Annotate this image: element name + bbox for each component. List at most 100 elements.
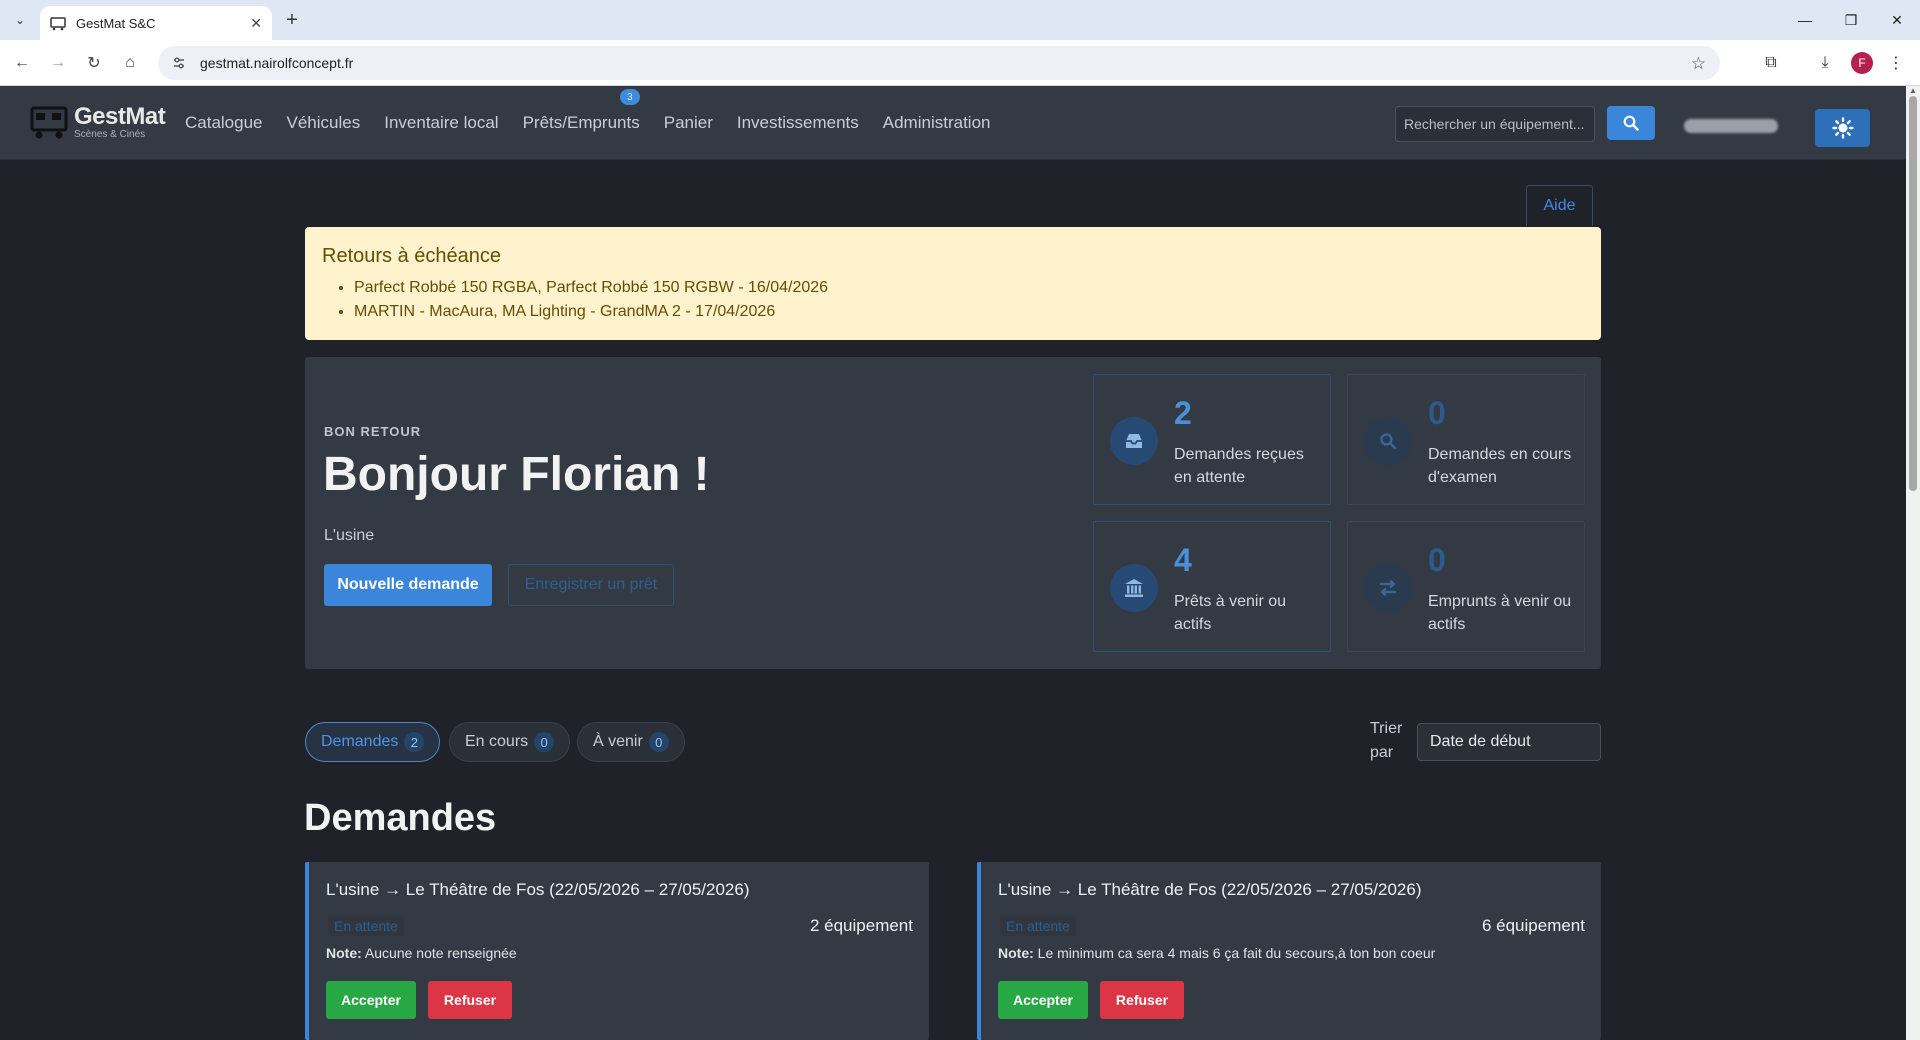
stat-value: 4	[1174, 542, 1192, 578]
pill-count: 2	[404, 732, 425, 752]
request-route: L'usine → Le Théâtre de Fos (22/05/2026 …	[998, 880, 1422, 899]
register-loan-button[interactable]: Enregistrer un prêt	[508, 564, 674, 606]
pill-label: En cours	[465, 733, 529, 750]
nav-prets-emprunts[interactable]: Prêts/Emprunts 3	[522, 89, 640, 133]
equipment-search-input[interactable]: Rechercher un équipement...	[1395, 106, 1595, 142]
profile-avatar[interactable]: F	[1851, 52, 1873, 74]
sort-label: Trier par	[1370, 717, 1410, 765]
tab-close-icon[interactable]: ✕	[250, 15, 262, 32]
help-button[interactable]: Aide	[1526, 185, 1593, 226]
theme-toggle-button[interactable]	[1815, 109, 1870, 147]
request-route: L'usine → Le Théâtre de Fos (22/05/2026 …	[326, 880, 750, 899]
pill-count: 0	[648, 732, 669, 752]
search-icon	[1623, 115, 1639, 131]
url-text: gestmat.nairolfconcept.fr	[200, 55, 354, 71]
nav-panier[interactable]: Panier	[664, 113, 713, 133]
logo-subtitle: Scènes & Cinés	[74, 128, 146, 140]
logo-cart-icon	[30, 106, 68, 139]
note-label: Note:	[326, 945, 362, 961]
equipment-count: 6 équipement	[1481, 916, 1585, 935]
reload-icon[interactable]: ↻	[82, 51, 106, 75]
filter-pill-demandes[interactable]: Demandes 2	[305, 722, 441, 762]
sort-select[interactable]: Date de début	[1417, 723, 1601, 761]
stat-label: Demandes reçues en attente	[1174, 446, 1304, 486]
minimize-button[interactable]: —	[1782, 0, 1828, 40]
request-note: Note: Aucune note renseignée	[326, 945, 517, 961]
welcome-title: Bonjour Florian !	[323, 448, 710, 501]
new-tab-button[interactable]: +	[280, 8, 304, 32]
inbox-icon	[1110, 417, 1158, 465]
url-bar[interactable]: gestmat.nairolfconcept.fr ☆	[158, 46, 1720, 80]
status-badge: En attente	[1000, 916, 1076, 936]
accept-button[interactable]: Accepter	[326, 981, 416, 1019]
scroll-up-icon[interactable]: ▲	[1909, 86, 1917, 95]
organization-name: L'usine	[324, 527, 375, 544]
request-note: Note: Le minimum ca sera 4 mais 6 ça fai…	[998, 945, 1435, 961]
browser-tab-strip: ⌄ GestMat S&C ✕ + — ❐ ✕	[0, 0, 1920, 40]
pill-label: À venir	[593, 733, 643, 750]
nav-vehicules[interactable]: Véhicules	[287, 113, 361, 133]
stat-card-received[interactable]: 2 Demandes reçues en attente	[1093, 374, 1331, 505]
address-bar-row: ← → ↻ ⌂ gestmat.nairolfconcept.fr ☆ ⧉ ⤓ …	[0, 40, 1920, 86]
refuse-button[interactable]: Refuser	[1100, 981, 1184, 1019]
stat-card-borrowings[interactable]: 0 Emprunts à venir ou actifs	[1347, 521, 1585, 652]
bank-icon	[1110, 564, 1158, 612]
due-returns-alert: Retours à échéance Parfect Robbé 150 RGB…	[305, 227, 1601, 340]
section-title: Demandes	[304, 797, 497, 839]
main-nav: Catalogue Véhicules Inventaire local Prê…	[185, 86, 1014, 160]
tab-search-button[interactable]: ⌄	[8, 8, 32, 32]
download-icon[interactable]: ⤓	[1813, 51, 1837, 75]
home-icon[interactable]: ⌂	[118, 51, 142, 75]
app-logo[interactable]: GestMat Scènes & Cinés	[30, 102, 166, 140]
search-icon	[1364, 417, 1412, 465]
stat-label: Emprunts à venir ou actifs	[1428, 593, 1572, 633]
stat-value: 0	[1428, 542, 1446, 578]
note-text: Aucune note renseignée	[364, 945, 517, 961]
page-scrollbar[interactable]: ▲	[1906, 86, 1920, 1040]
alert-list: Parfect Robbé 150 RGBA, Parfect Robbé 15…	[322, 276, 1584, 324]
back-icon[interactable]: ←	[10, 51, 34, 75]
status-badge: En attente	[328, 916, 404, 936]
filter-pill-en-cours[interactable]: En cours 0	[449, 722, 571, 762]
new-request-button[interactable]: Nouvelle demande	[324, 564, 492, 606]
sun-icon	[1831, 117, 1854, 139]
note-label: Note:	[998, 945, 1034, 961]
alert-title: Retours à échéance	[322, 245, 502, 267]
sort-label-text: Trier par	[1370, 720, 1403, 761]
nav-investissements[interactable]: Investissements	[737, 113, 859, 133]
nav-inventaire[interactable]: Inventaire local	[384, 113, 498, 133]
alert-item: Parfect Robbé 150 RGBA, Parfect Robbé 15…	[354, 276, 1584, 300]
alert-item: MARTIN - MacAura, MA Lighting - GrandMA …	[354, 300, 1584, 324]
pill-label: Demandes	[321, 733, 399, 750]
user-menu-redacted[interactable]	[1684, 119, 1778, 133]
browser-tab[interactable]: GestMat S&C ✕	[40, 6, 272, 40]
bookmark-star-icon[interactable]: ☆	[1691, 54, 1706, 74]
forward-icon[interactable]: →	[46, 51, 70, 75]
filter-pill-a-venir[interactable]: À venir 0	[577, 722, 685, 762]
search-button[interactable]	[1607, 106, 1655, 140]
stat-label: Prêts à venir ou actifs	[1174, 593, 1287, 633]
note-text: Le minimum ca sera 4 mais 6 ça fait du s…	[1037, 945, 1436, 961]
accept-button[interactable]: Accepter	[998, 981, 1088, 1019]
browser-menu-icon[interactable]: ⋮	[1884, 51, 1908, 75]
restore-button[interactable]: ❐	[1828, 0, 1874, 40]
prets-count-badge: 3	[619, 89, 640, 105]
request-card: L'usine → Le Théâtre de Fos (22/05/2026 …	[977, 862, 1601, 1040]
cart-favicon-icon	[50, 17, 66, 31]
logo-title: GestMat	[74, 102, 166, 130]
pill-count: 0	[534, 732, 555, 752]
extensions-icon[interactable]: ⧉	[1759, 51, 1783, 75]
close-window-button[interactable]: ✕	[1874, 0, 1920, 40]
exchange-icon	[1364, 564, 1412, 612]
refuse-button[interactable]: Refuser	[428, 981, 512, 1019]
scrollbar-thumb[interactable]	[1909, 96, 1917, 491]
stat-card-reviewing[interactable]: 0 Demandes en cours d'examen	[1347, 374, 1585, 505]
stat-card-loans[interactable]: 4 Prêts à venir ou actifs	[1093, 521, 1331, 652]
equipment-count: 2 équipement	[809, 916, 913, 935]
nav-administration[interactable]: Administration	[883, 113, 991, 133]
nav-catalogue[interactable]: Catalogue	[185, 113, 263, 133]
app-navbar: GestMat Scènes & Cinés Catalogue Véhicul…	[0, 86, 1906, 160]
welcome-panel: BON RETOUR Bonjour Florian ! L'usine Nou…	[305, 357, 1601, 669]
site-info-icon[interactable]	[172, 55, 188, 71]
nav-prets-label: Prêts/Emprunts	[522, 113, 640, 132]
